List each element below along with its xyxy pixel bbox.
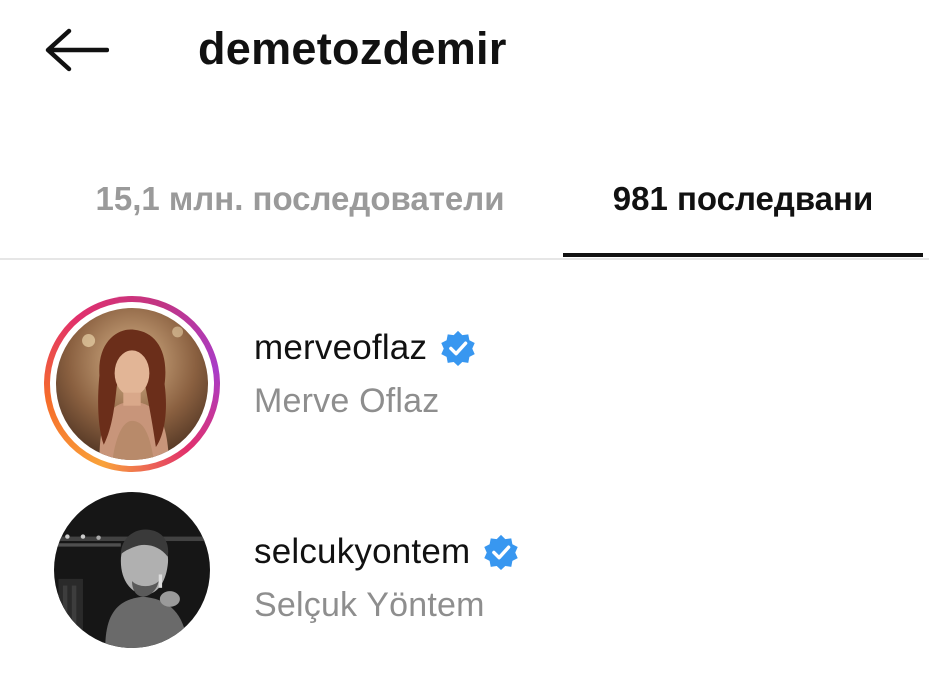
account-info: merveoflaz Merve Oflaz xyxy=(254,326,477,421)
username[interactable]: merveoflaz xyxy=(254,328,427,368)
username[interactable]: selcukyontem xyxy=(254,532,470,572)
follow-tabs: 15,1 млн. последователи 981 последвани xyxy=(0,140,929,260)
back-button[interactable] xyxy=(40,22,112,78)
verified-badge-icon xyxy=(484,534,519,571)
story-ring[interactable] xyxy=(44,296,220,472)
account-info: selcukyontem Selçuk Yöntem xyxy=(254,530,520,625)
avatar[interactable] xyxy=(54,492,210,648)
list-item[interactable]: selcukyontem Selçuk Yöntem xyxy=(0,492,929,682)
list-item[interactable]: merveoflaz Merve Oflaz xyxy=(0,282,929,472)
tab-following[interactable]: 981 последвани xyxy=(563,140,923,258)
page-title: demetozdemir xyxy=(198,23,507,74)
active-tab-indicator xyxy=(563,253,923,257)
full-name: Merve Oflaz xyxy=(254,382,440,420)
tabs-divider xyxy=(0,258,929,260)
arrow-left-icon xyxy=(45,28,109,72)
full-name: Selçuk Yöntem xyxy=(254,586,485,624)
tab-followers[interactable]: 15,1 млн. последователи xyxy=(40,140,560,258)
verified-badge-icon xyxy=(441,330,475,367)
top-bar: demetozdemir xyxy=(0,0,929,100)
avatar xyxy=(56,308,208,460)
